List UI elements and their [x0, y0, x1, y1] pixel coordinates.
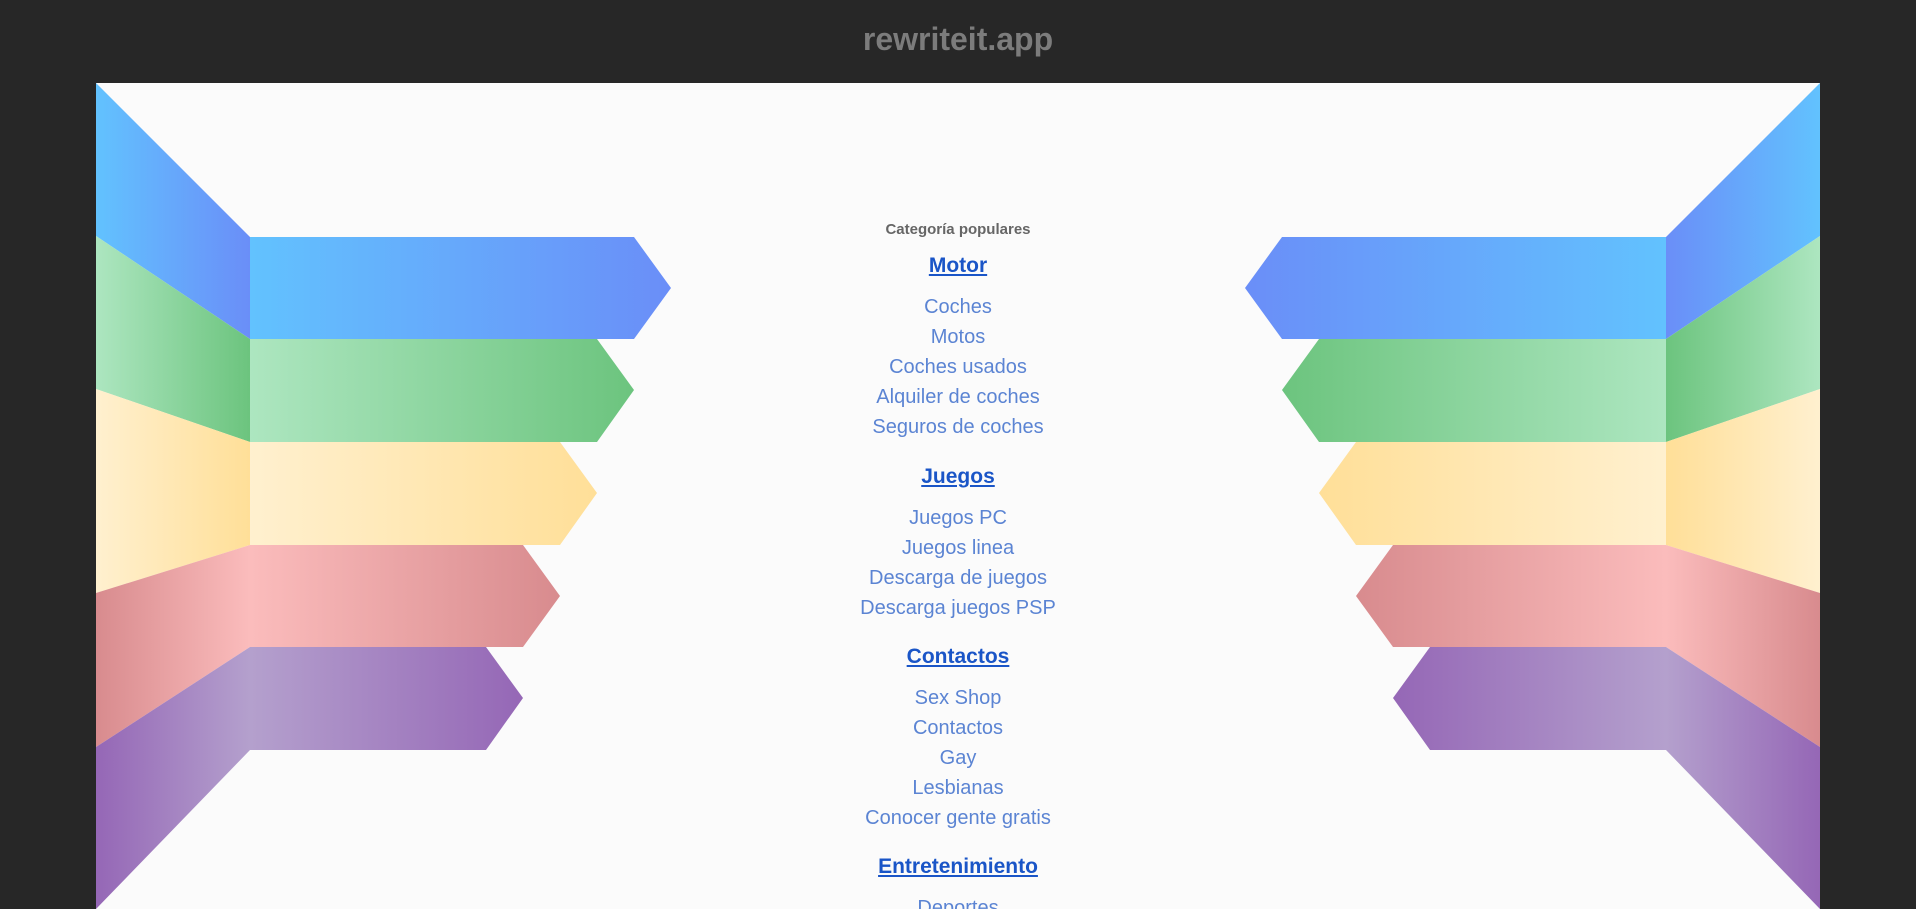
sublink-deportes[interactable]: Deportes [96, 893, 1820, 909]
sublink-juegos-linea[interactable]: Juegos linea [96, 533, 1820, 563]
popular-categories: Categoría populares Motor Coches Motos C… [96, 83, 1820, 909]
domain-title: rewriteit.app [862, 21, 1054, 57]
category-link-juegos[interactable]: Juegos [921, 465, 995, 489]
sublink-alquiler-de-coches[interactable]: Alquiler de coches [96, 382, 1820, 412]
sublink-sex-shop[interactable]: Sex Shop [96, 683, 1820, 713]
sublink-coches-usados[interactable]: Coches usados [96, 352, 1820, 382]
category-group-juegos: Juegos Juegos PC Juegos linea Descarga d… [96, 465, 1820, 623]
sublink-seguros-de-coches[interactable]: Seguros de coches [96, 412, 1820, 442]
sublink-lesbianas[interactable]: Lesbianas [96, 773, 1820, 803]
sublink-contactos[interactable]: Contactos [96, 713, 1820, 743]
category-group-contactos: Contactos Sex Shop Contactos Gay Lesbian… [96, 645, 1820, 833]
sublink-descarga-de-juegos[interactable]: Descarga de juegos [96, 563, 1820, 593]
sublink-descarga-juegos-psp[interactable]: Descarga juegos PSP [96, 593, 1820, 623]
top-bar: rewriteit.app [0, 0, 1916, 83]
category-link-motor[interactable]: Motor [929, 254, 987, 278]
category-link-entretenimiento[interactable]: Entretenimiento [878, 855, 1038, 879]
sublink-coches[interactable]: Coches [96, 292, 1820, 322]
sublink-motos[interactable]: Motos [96, 322, 1820, 352]
content-panel: Categoría populares Motor Coches Motos C… [96, 83, 1820, 909]
sublink-juegos-pc[interactable]: Juegos PC [96, 503, 1820, 533]
sublink-conocer-gente-gratis[interactable]: Conocer gente gratis [96, 803, 1820, 833]
category-link-contactos[interactable]: Contactos [907, 645, 1010, 669]
sublink-gay[interactable]: Gay [96, 743, 1820, 773]
category-group-motor: Motor Coches Motos Coches usados Alquile… [96, 254, 1820, 442]
category-group-entretenimiento: Entretenimiento Deportes [96, 855, 1820, 909]
categories-heading: Categoría populares [885, 221, 1031, 238]
